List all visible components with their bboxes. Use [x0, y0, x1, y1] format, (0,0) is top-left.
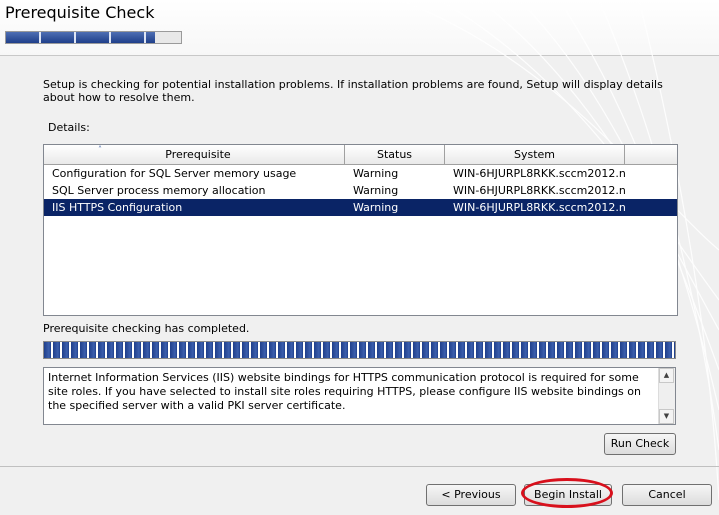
step-segment [76, 32, 111, 43]
cancel-button[interactable]: Cancel [622, 484, 712, 506]
previous-button[interactable]: < Previous [426, 484, 516, 506]
step-segment [6, 32, 41, 43]
run-check-button[interactable]: Run Check [604, 433, 676, 455]
column-header-status[interactable]: Status [345, 145, 445, 164]
cell-status: Warning [353, 184, 399, 197]
cell-system: WIN-6HJURPL8RKK.sccm2012.net [453, 201, 625, 214]
details-label: Details: [48, 121, 90, 134]
page-title: Prerequisite Check [5, 3, 155, 22]
table-row[interactable]: SQL Server process memory allocation Warn… [44, 182, 677, 199]
cell-prerequisite: Configuration for SQL Server memory usag… [52, 167, 297, 180]
check-status-text: Prerequisite checking has completed. [43, 322, 250, 335]
column-header-prerequisite[interactable]: ˄ Prerequisite [44, 145, 345, 164]
prerequisite-table: ˄ Prerequisite Status System Configuratio… [43, 144, 678, 316]
cell-status: Warning [353, 201, 399, 214]
scroll-up-icon[interactable]: ▲ [659, 368, 674, 383]
table-header: ˄ Prerequisite Status System [44, 145, 677, 165]
sort-indicator-icon: ˄ [98, 145, 102, 154]
cell-prerequisite: IIS HTTPS Configuration [52, 201, 183, 214]
column-header-empty[interactable] [625, 145, 675, 164]
scroll-down-icon[interactable]: ▼ [659, 409, 674, 424]
step-segment [146, 32, 155, 43]
step-segment [41, 32, 76, 43]
description-box[interactable]: Internet Information Services (IIS) webs… [43, 367, 676, 425]
wizard-step-progress [5, 31, 182, 44]
table-row[interactable]: Configuration for SQL Server memory usag… [44, 165, 677, 182]
wizard-header: Prerequisite Check [0, 0, 719, 56]
column-header-system[interactable]: System [445, 145, 625, 164]
cell-status: Warning [353, 167, 399, 180]
begin-install-button[interactable]: Begin Install [524, 484, 612, 506]
progress-fill [44, 342, 675, 358]
footer-divider [0, 466, 719, 467]
cell-system: WIN-6HJURPL8RKK.sccm2012.net [453, 167, 625, 180]
check-progress-bar [43, 341, 676, 359]
description-text: Internet Information Services (IIS) webs… [48, 371, 641, 412]
cell-system: WIN-6HJURPL8RKK.sccm2012.net [453, 184, 625, 197]
description-scrollbar[interactable]: ▲ ▼ [658, 368, 675, 424]
cell-prerequisite: SQL Server process memory allocation [52, 184, 266, 197]
step-segment [111, 32, 146, 43]
table-row[interactable]: IIS HTTPS Configuration Warning WIN-6HJURP… [44, 199, 677, 216]
intro-text: Setup is checking for potential installa… [43, 78, 663, 104]
